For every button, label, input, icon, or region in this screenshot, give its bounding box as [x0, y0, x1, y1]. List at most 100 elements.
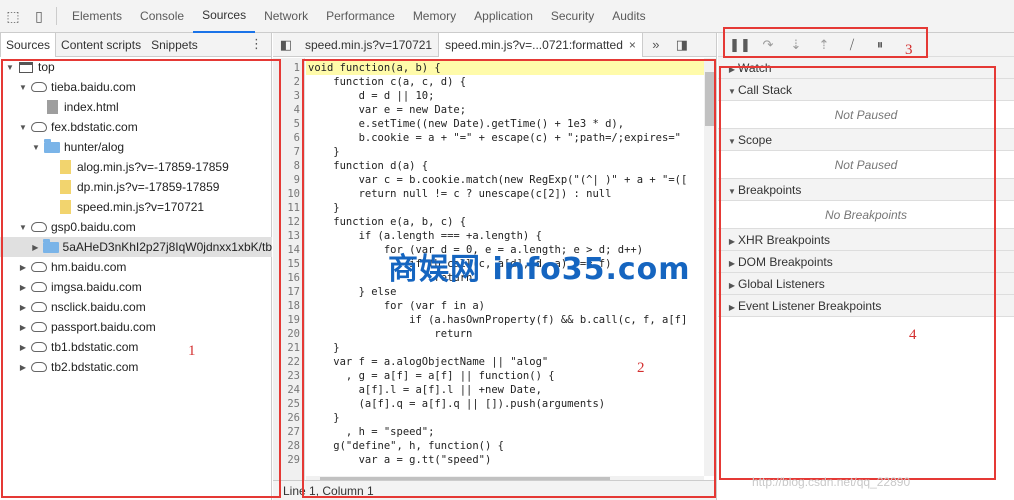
code-line[interactable]: function c(a, c, d) {	[308, 75, 466, 89]
code-line[interactable]: }	[308, 145, 339, 159]
tree-item[interactable]: ▶ passport.baidu.com	[0, 317, 272, 337]
editor-tab-speed-formatted[interactable]: speed.min.js?v=...0721:formatted ×	[438, 32, 643, 57]
code-line[interactable]: d = d || 10;	[308, 89, 435, 103]
tab-elements[interactable]: Elements	[63, 0, 131, 33]
code-line[interactable]: }	[308, 411, 339, 425]
line-number[interactable]: 10	[273, 187, 300, 201]
vertical-scrollbar[interactable]	[704, 58, 716, 476]
code-line[interactable]: return	[308, 327, 472, 341]
section-header-breakpoints[interactable]: ▼ Breakpoints	[718, 179, 1014, 201]
code-line[interactable]: var f = a.alogObjectName || "alog"	[308, 355, 548, 369]
toggle-navigator-icon[interactable]: ◧	[273, 37, 299, 53]
line-number[interactable]: 2	[273, 75, 300, 89]
line-number[interactable]: 29	[273, 453, 300, 467]
inspect-element-icon[interactable]: ⬚	[0, 0, 26, 33]
step-over-icon[interactable]: ↷	[754, 37, 782, 53]
line-number[interactable]: 17	[273, 285, 300, 299]
editor-tab-speed[interactable]: speed.min.js?v=170721	[299, 33, 438, 57]
tree-item[interactable]: alog.min.js?v=-17859-17859	[0, 157, 272, 177]
code-line[interactable]: return null != c ? unescape(c[2]) : null	[308, 187, 612, 201]
line-number[interactable]: 8	[273, 159, 300, 173]
line-number[interactable]: 27	[273, 425, 300, 439]
toggle-debugger-icon[interactable]: ◨	[669, 37, 695, 53]
collapsed-arrow-icon[interactable]: ▶	[18, 343, 28, 352]
code-line[interactable]: var e = new Date;	[308, 103, 466, 117]
line-number[interactable]: 19	[273, 313, 300, 327]
line-number[interactable]: 26	[273, 411, 300, 425]
close-tab-icon[interactable]: ×	[629, 38, 636, 52]
section-header-xhr-breakpoints[interactable]: ▶ XHR Breakpoints	[718, 229, 1014, 251]
code-line[interactable]: a[f].l = a[f].l || +new Date,	[308, 383, 542, 397]
line-number[interactable]: 4	[273, 103, 300, 117]
collapsed-arrow-icon[interactable]: ▶	[18, 263, 28, 272]
tree-item[interactable]: ▶ 5aAHeD3nKhI2p27j8IqW0jdnxx1xbK/tb	[0, 237, 272, 257]
section-header-event-listener-breakpoints[interactable]: ▶ Event Listener Breakpoints	[718, 295, 1014, 317]
collapsed-arrow-icon[interactable]: ▶	[18, 283, 28, 292]
vertical-scroll-thumb[interactable]	[705, 72, 715, 126]
line-number[interactable]: 5	[273, 117, 300, 131]
tree-item[interactable]: ▶ nsclick.baidu.com	[0, 297, 272, 317]
line-number[interactable]: 3	[273, 89, 300, 103]
line-number[interactable]: 1	[273, 61, 300, 75]
tab-security[interactable]: Security	[542, 0, 603, 33]
tab-console[interactable]: Console	[131, 0, 193, 33]
line-number[interactable]: 16	[273, 271, 300, 285]
code-line[interactable]: var c = b.cookie.match(new RegExp("(^| )…	[308, 173, 688, 187]
code-line[interactable]: , g = a[f] = a[f] || function() {	[308, 369, 555, 383]
collapsed-arrow-icon[interactable]: ▶	[18, 363, 28, 372]
line-number[interactable]: 9	[273, 173, 300, 187]
expanded-arrow-icon[interactable]: ▼	[31, 143, 41, 152]
section-header-watch[interactable]: ▶ Watch	[718, 57, 1014, 79]
line-number[interactable]: 20	[273, 327, 300, 341]
code-line[interactable]: , h = "speed";	[308, 425, 435, 439]
tab-application[interactable]: Application	[465, 0, 542, 33]
code-line[interactable]: function e(a, b, c) {	[308, 215, 466, 229]
tree-item[interactable]: speed.min.js?v=170721	[0, 197, 272, 217]
more-tabs-icon[interactable]: »	[643, 37, 669, 52]
tree-item[interactable]: ▶ imgsa.baidu.com	[0, 277, 272, 297]
code-line[interactable]: void function(a, b) {	[308, 61, 441, 75]
expanded-arrow-icon[interactable]: ▼	[18, 223, 28, 232]
section-header-call-stack[interactable]: ▼ Call Stack	[718, 79, 1014, 101]
line-number[interactable]: 6	[273, 131, 300, 145]
tab-memory[interactable]: Memory	[404, 0, 465, 33]
code-line[interactable]: g("define", h, function() {	[308, 439, 504, 453]
expanded-arrow-icon[interactable]: ▼	[18, 123, 28, 132]
deactivate-breakpoints-icon[interactable]: ⧸	[838, 37, 866, 53]
tab-audits[interactable]: Audits	[603, 0, 654, 33]
step-out-icon[interactable]: ⇡	[810, 37, 838, 53]
tree-item[interactable]: ▼ tieba.baidu.com	[0, 77, 272, 97]
tree-item[interactable]: ▶ tb1.bdstatic.com	[0, 337, 272, 357]
tab-performance[interactable]: Performance	[317, 0, 404, 33]
line-number[interactable]: 18	[273, 299, 300, 313]
code-line[interactable]: e.setTime((new Date).getTime() + 1e3 * d…	[308, 117, 625, 131]
code-line[interactable]: var a = g.tt("speed")	[308, 453, 492, 467]
tree-item[interactable]: ▼ fex.bdstatic.com	[0, 117, 272, 137]
tab-sources[interactable]: Sources	[193, 0, 256, 33]
code-line[interactable]: if (a.hasOwnProperty(f) && b.call(c, f, …	[308, 313, 687, 327]
collapsed-arrow-icon[interactable]: ▶	[31, 243, 40, 252]
line-number[interactable]: 12	[273, 215, 300, 229]
collapsed-arrow-icon[interactable]: ▶	[18, 303, 28, 312]
line-number[interactable]: 11	[273, 201, 300, 215]
line-number[interactable]: 22	[273, 355, 300, 369]
code-line[interactable]: }	[308, 201, 339, 215]
line-number[interactable]: 14	[273, 243, 300, 257]
tab-snippets[interactable]: Snippets	[146, 33, 203, 57]
code-line[interactable]: b.cookie = a + "=" + escape(c) + ";path=…	[308, 131, 681, 145]
tree-item[interactable]: ▼ hunter/alog	[0, 137, 272, 157]
expanded-arrow-icon[interactable]: ▼	[5, 63, 15, 72]
line-number[interactable]: 7	[273, 145, 300, 159]
line-number[interactable]: 25	[273, 397, 300, 411]
pause-icon[interactable]: ❚❚	[726, 37, 754, 53]
line-number-gutter[interactable]: 1 2 3 4 5 6 7 8 9 10 11 12 13 14 15 16 17 18 19 20 21 22 23 24 2…	[273, 58, 305, 488]
line-number[interactable]: 13	[273, 229, 300, 243]
section-header-global-listeners[interactable]: ▶ Global Listeners	[718, 273, 1014, 295]
tree-item[interactable]: ▼ gsp0.baidu.com	[0, 217, 272, 237]
tab-content-scripts[interactable]: Content scripts	[56, 33, 146, 57]
more-options-icon[interactable]: ⋮	[250, 36, 263, 52]
line-number[interactable]: 21	[273, 341, 300, 355]
tree-item[interactable]: index.html	[0, 97, 272, 117]
code-line[interactable]: (a[f].q = a[f].q || []).push(arguments)	[308, 397, 606, 411]
device-toolbar-icon[interactable]: ▯	[26, 0, 52, 33]
